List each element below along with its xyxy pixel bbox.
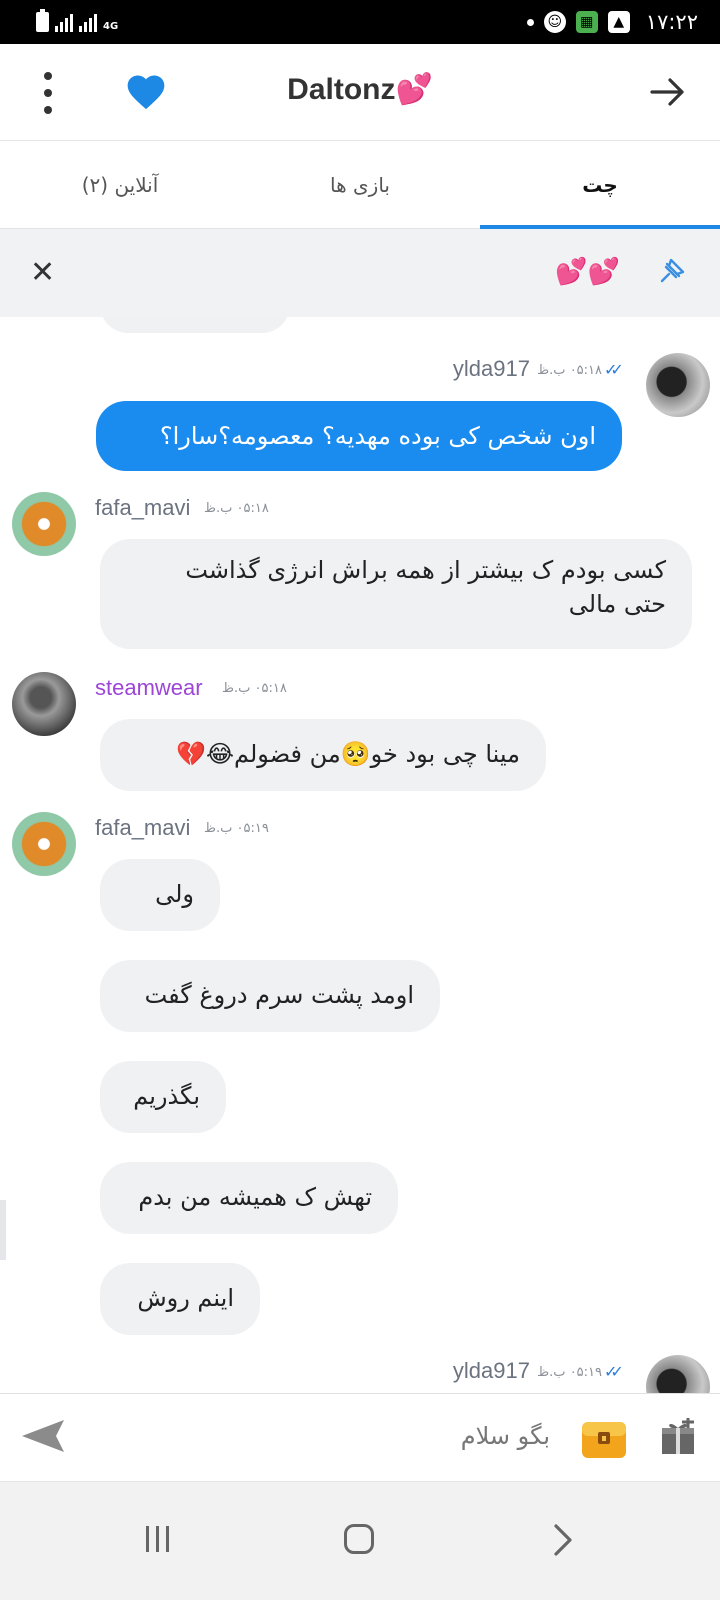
heart-icon[interactable] xyxy=(124,70,168,114)
message-time: ۰۵:۱۹ ب.ظ xyxy=(537,1365,602,1380)
username[interactable]: fafa_mavi xyxy=(95,495,190,521)
message-bubble[interactable]: تهش ک همیشه من بدم xyxy=(100,1162,398,1234)
message-bubble[interactable]: مینا چی بود خو🥺من فضولم😂💔 xyxy=(100,719,546,791)
message-time: ۰۵:۱۹ ب.ظ xyxy=(204,821,269,836)
status-bar: 4G ☺ ▦ ▲ ۱۷:۲۲ xyxy=(0,0,720,44)
chat-messages[interactable]: ✓✓ ۰۵:۱۸ ب.ظ ylda917 اون شخص کی بوده مهد… xyxy=(0,317,720,1393)
battery-icon xyxy=(36,9,49,32)
read-receipt-icon: ✓✓ xyxy=(604,360,624,379)
username[interactable]: ylda917 xyxy=(440,1358,530,1384)
tab-games[interactable]: بازی ها xyxy=(240,141,480,228)
recents-icon[interactable] xyxy=(146,1526,169,1552)
pin-icon xyxy=(660,258,685,283)
status-left-group: 4G xyxy=(36,9,119,32)
system-navigation-bar xyxy=(0,1481,720,1600)
message-bubble[interactable]: ولی xyxy=(100,859,220,931)
pinned-message-bar[interactable]: ✕ 💕💕 xyxy=(0,229,720,317)
status-right-group: ☺ ▦ ▲ ۱۷:۲۲ xyxy=(526,8,698,36)
chest-icon[interactable] xyxy=(580,1416,628,1460)
gift-icon[interactable] xyxy=(660,1418,696,1456)
pinned-message-text: 💕💕 xyxy=(555,257,620,287)
avatar[interactable] xyxy=(646,353,710,417)
network-type: 4G xyxy=(103,21,119,32)
chat-title: Daltonz💕 xyxy=(287,73,433,106)
message-input[interactable]: بگو سلام xyxy=(440,1422,550,1450)
read-receipt-icon: ✓✓ xyxy=(604,1362,624,1381)
message-bubble[interactable]: اون شخص کی بوده مهدیه؟ معصومه؟سارا؟ xyxy=(96,401,622,471)
clock: ۱۷:۲۲ xyxy=(645,10,698,34)
message-time: ۰۵:۱۸ ب.ظ xyxy=(222,681,287,696)
avatar[interactable] xyxy=(12,812,76,876)
message-time: ۰۵:۱۸ ب.ظ xyxy=(204,501,269,516)
kebab-menu-icon[interactable] xyxy=(38,72,58,114)
home-icon[interactable] xyxy=(344,1524,374,1554)
username[interactable]: ylda917 xyxy=(440,356,530,382)
close-icon[interactable]: ✕ xyxy=(30,255,55,291)
message-input-bar: بگو سلام xyxy=(0,1393,720,1481)
notification-dot-icon xyxy=(526,18,534,26)
avatar[interactable] xyxy=(12,672,76,736)
tab-chat[interactable]: چت xyxy=(480,141,720,229)
nav-back-icon[interactable] xyxy=(548,1522,578,1558)
avatar[interactable] xyxy=(646,1355,710,1393)
avatar[interactable] xyxy=(12,492,76,556)
back-arrow-icon[interactable] xyxy=(648,72,688,112)
scroll-edge-indicator xyxy=(0,1200,6,1260)
send-icon[interactable] xyxy=(20,1416,66,1456)
message-bubble[interactable]: اینم روش xyxy=(100,1263,260,1335)
message-bubble[interactable]: کسی بودم ک بیشتر از همه براش انرژی گذاشت… xyxy=(100,539,692,649)
partial-message-bubble xyxy=(100,317,290,333)
username[interactable]: fafa_mavi xyxy=(95,815,190,841)
message-bubble[interactable]: بگذریم xyxy=(100,1061,226,1133)
message-line: حتی مالی xyxy=(568,590,666,618)
message-time: ۰۵:۱۸ ب.ظ xyxy=(537,363,602,378)
app-header: Daltonz💕 xyxy=(0,44,720,141)
image-notification-icon: ▲ xyxy=(607,11,630,33)
tab-online[interactable]: آنلاین (۲) xyxy=(0,141,240,228)
tab-bar: چت بازی ها آنلاین (۲) xyxy=(0,141,720,229)
username[interactable]: steamwear xyxy=(95,675,203,701)
message-bubble[interactable]: اومد پشت سرم دروغ گفت xyxy=(100,960,440,1032)
game-notification-icon: ▦ xyxy=(575,11,598,33)
app-notification-icon: ☺ xyxy=(543,11,566,33)
signal-icon-2 xyxy=(79,14,97,32)
message-line: کسی بودم ک بیشتر از همه براش انرژی گذاشت xyxy=(185,556,666,584)
signal-icon xyxy=(55,14,73,32)
